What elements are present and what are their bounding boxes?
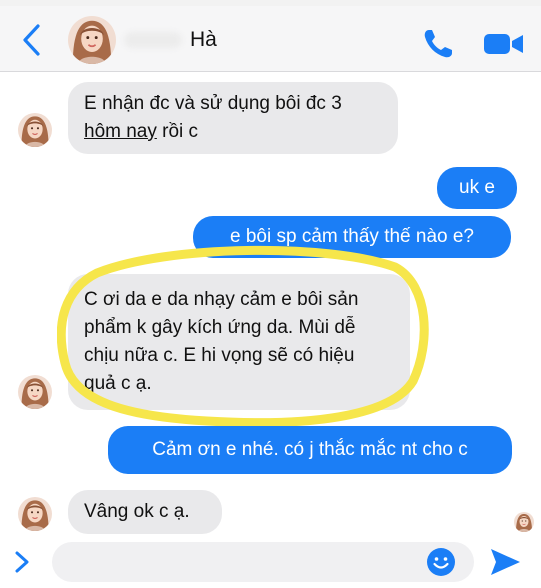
- send-icon[interactable]: [488, 546, 522, 578]
- message-bubble-outgoing[interactable]: Cảm ơn e nhé. có j thắc mắc nt cho c: [108, 426, 512, 474]
- message-text: E nhận đc và sử dụng bôi đc 3: [84, 93, 342, 114]
- contact-avatar-small[interactable]: [18, 375, 52, 409]
- underlined-text: hôm nay: [84, 121, 157, 142]
- message-text: Vâng ok c ạ.: [84, 501, 190, 522]
- message-bubble-incoming[interactable]: Vâng ok c ạ.: [68, 490, 222, 534]
- chat-header: Hà: [0, 6, 541, 72]
- back-chevron-icon[interactable]: [16, 20, 46, 60]
- message-text: rồi c: [156, 121, 199, 142]
- name-redaction: [124, 32, 182, 48]
- message-text: uk e: [459, 177, 495, 198]
- message-text: quả c ạ.: [84, 373, 152, 394]
- message-text: e bôi sp cảm thấy thế nào e?: [230, 226, 474, 247]
- message-bubble-incoming[interactable]: E nhận đc và sử dụng bôi đc 3 hôm nay rồ…: [68, 82, 398, 154]
- video-camera-icon[interactable]: [482, 28, 526, 60]
- chevron-right-icon[interactable]: [10, 548, 34, 576]
- contact-avatar-small[interactable]: [18, 497, 52, 531]
- message-bubble-outgoing[interactable]: uk e: [437, 167, 517, 209]
- contact-name: Hà: [190, 28, 217, 51]
- message-text: phẩm k gây kích ứng da. Mùi dễ: [84, 317, 356, 338]
- phone-icon[interactable]: [420, 26, 456, 62]
- read-receipt-avatar: [514, 512, 534, 532]
- contact-avatar[interactable]: [68, 16, 116, 64]
- message-text-line: hôm nay rồi c: [84, 118, 382, 146]
- message-bubble-outgoing[interactable]: e bôi sp cảm thấy thế nào e?: [193, 216, 511, 258]
- emoji-icon[interactable]: [426, 547, 456, 577]
- contact-name-area[interactable]: Hà: [124, 28, 217, 52]
- contact-avatar-small[interactable]: [18, 113, 52, 147]
- message-text: Cảm ơn e nhé. có j thắc mắc nt cho c: [152, 439, 468, 460]
- message-text: chịu nữa c. E hi vọng sẽ có hiệu: [84, 345, 355, 366]
- message-bubble-incoming[interactable]: C ơi da e da nhạy cảm e bôi sản phẩm k g…: [68, 274, 410, 410]
- message-composer: [0, 534, 541, 588]
- message-input[interactable]: [52, 542, 474, 582]
- message-text: C ơi da e da nhạy cảm e bôi sản: [84, 289, 359, 310]
